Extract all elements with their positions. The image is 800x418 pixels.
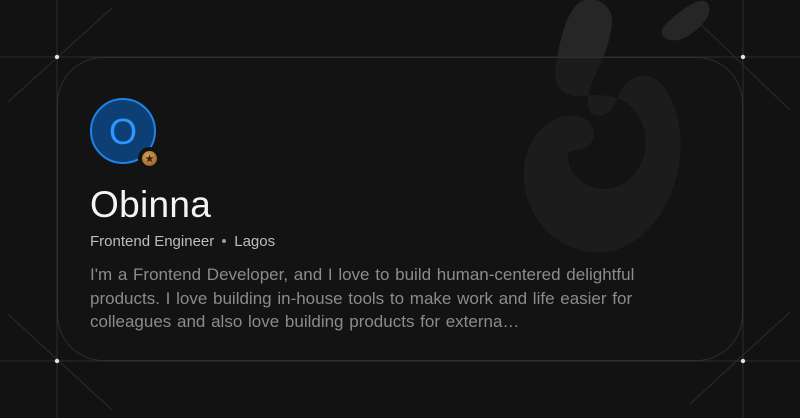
separator-dot	[222, 238, 227, 243]
avatar[interactable]: O	[90, 98, 162, 170]
profile-role: Frontend Engineer	[90, 233, 215, 250]
achievement-badge	[138, 147, 161, 170]
profile-name: Obinna	[90, 184, 212, 225]
profile-meta: Frontend Engineer Lagos	[90, 232, 275, 252]
profile-bio: I'm a Frontend Developer, and I love to …	[90, 265, 635, 331]
star-icon	[145, 154, 154, 163]
avatar-initial: O	[108, 110, 137, 152]
profile-location: Lagos	[234, 233, 276, 250]
